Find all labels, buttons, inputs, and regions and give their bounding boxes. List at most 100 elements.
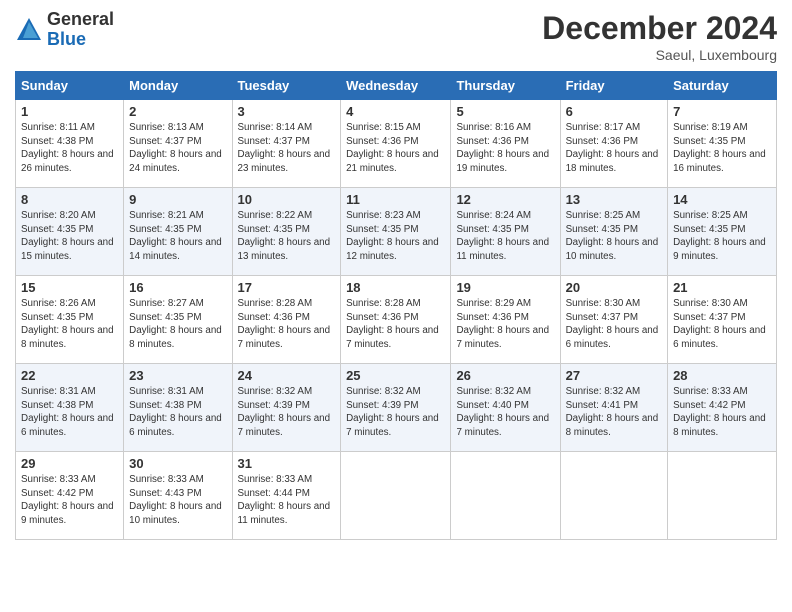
day-number: 1 [21, 104, 118, 119]
day-number: 13 [566, 192, 662, 207]
logo: General Blue [15, 10, 114, 50]
logo-text: General Blue [47, 10, 114, 50]
day-cell-18: 18 Sunrise: 8:28 AMSunset: 4:36 PMDaylig… [341, 276, 451, 364]
day-cell-2: 2 Sunrise: 8:13 AMSunset: 4:37 PMDayligh… [124, 100, 232, 188]
day-number: 16 [129, 280, 226, 295]
day-cell-10: 10 Sunrise: 8:22 AMSunset: 4:35 PMDaylig… [232, 188, 341, 276]
day-cell-29: 29 Sunrise: 8:33 AMSunset: 4:42 PMDaylig… [16, 452, 124, 540]
day-cell-14: 14 Sunrise: 8:25 AMSunset: 4:35 PMDaylig… [668, 188, 777, 276]
day-info: Sunrise: 8:13 AMSunset: 4:37 PMDaylight:… [129, 122, 222, 174]
day-cell-7: 7 Sunrise: 8:19 AMSunset: 4:35 PMDayligh… [668, 100, 777, 188]
day-number: 15 [21, 280, 118, 295]
day-cell-16: 16 Sunrise: 8:27 AMSunset: 4:35 PMDaylig… [124, 276, 232, 364]
day-info: Sunrise: 8:19 AMSunset: 4:35 PMDaylight:… [673, 122, 766, 174]
day-info: Sunrise: 8:32 AMSunset: 4:39 PMDaylight:… [238, 386, 331, 438]
day-number: 2 [129, 104, 226, 119]
location: Saeul, Luxembourg [542, 47, 777, 63]
calendar-table: SundayMondayTuesdayWednesdayThursdayFrid… [15, 71, 777, 540]
day-number: 10 [238, 192, 336, 207]
day-info: Sunrise: 8:26 AMSunset: 4:35 PMDaylight:… [21, 298, 114, 350]
day-number: 27 [566, 368, 662, 383]
day-cell-19: 19 Sunrise: 8:29 AMSunset: 4:36 PMDaylig… [451, 276, 560, 364]
day-number: 28 [673, 368, 771, 383]
day-cell-30: 30 Sunrise: 8:33 AMSunset: 4:43 PMDaylig… [124, 452, 232, 540]
day-info: Sunrise: 8:16 AMSunset: 4:36 PMDaylight:… [456, 122, 549, 174]
day-number: 12 [456, 192, 554, 207]
day-number: 21 [673, 280, 771, 295]
day-number: 3 [238, 104, 336, 119]
weekday-header-wednesday: Wednesday [341, 72, 451, 100]
day-info: Sunrise: 8:33 AMSunset: 4:44 PMDaylight:… [238, 474, 331, 526]
day-number: 23 [129, 368, 226, 383]
day-cell-22: 22 Sunrise: 8:31 AMSunset: 4:38 PMDaylig… [16, 364, 124, 452]
day-info: Sunrise: 8:24 AMSunset: 4:35 PMDaylight:… [456, 210, 549, 262]
day-cell-31: 31 Sunrise: 8:33 AMSunset: 4:44 PMDaylig… [232, 452, 341, 540]
day-number: 11 [346, 192, 445, 207]
day-info: Sunrise: 8:17 AMSunset: 4:36 PMDaylight:… [566, 122, 659, 174]
logo-icon [15, 16, 43, 44]
day-cell-3: 3 Sunrise: 8:14 AMSunset: 4:37 PMDayligh… [232, 100, 341, 188]
day-cell-13: 13 Sunrise: 8:25 AMSunset: 4:35 PMDaylig… [560, 188, 667, 276]
day-number: 25 [346, 368, 445, 383]
day-info: Sunrise: 8:33 AMSunset: 4:42 PMDaylight:… [21, 474, 114, 526]
empty-cell [341, 452, 451, 540]
weekday-header-tuesday: Tuesday [232, 72, 341, 100]
day-cell-12: 12 Sunrise: 8:24 AMSunset: 4:35 PMDaylig… [451, 188, 560, 276]
day-info: Sunrise: 8:29 AMSunset: 4:36 PMDaylight:… [456, 298, 549, 350]
day-cell-4: 4 Sunrise: 8:15 AMSunset: 4:36 PMDayligh… [341, 100, 451, 188]
day-number: 4 [346, 104, 445, 119]
day-number: 22 [21, 368, 118, 383]
day-number: 29 [21, 456, 118, 471]
day-cell-28: 28 Sunrise: 8:33 AMSunset: 4:42 PMDaylig… [668, 364, 777, 452]
empty-cell [451, 452, 560, 540]
day-cell-17: 17 Sunrise: 8:28 AMSunset: 4:36 PMDaylig… [232, 276, 341, 364]
day-info: Sunrise: 8:11 AMSunset: 4:38 PMDaylight:… [21, 122, 114, 174]
page-container: General Blue December 2024 Saeul, Luxemb… [0, 0, 792, 550]
day-cell-21: 21 Sunrise: 8:30 AMSunset: 4:37 PMDaylig… [668, 276, 777, 364]
day-cell-6: 6 Sunrise: 8:17 AMSunset: 4:36 PMDayligh… [560, 100, 667, 188]
day-cell-20: 20 Sunrise: 8:30 AMSunset: 4:37 PMDaylig… [560, 276, 667, 364]
week-row-4: 22 Sunrise: 8:31 AMSunset: 4:38 PMDaylig… [16, 364, 777, 452]
day-number: 31 [238, 456, 336, 471]
empty-cell [560, 452, 667, 540]
day-cell-24: 24 Sunrise: 8:32 AMSunset: 4:39 PMDaylig… [232, 364, 341, 452]
day-info: Sunrise: 8:28 AMSunset: 4:36 PMDaylight:… [238, 298, 331, 350]
day-number: 8 [21, 192, 118, 207]
day-info: Sunrise: 8:30 AMSunset: 4:37 PMDaylight:… [566, 298, 659, 350]
logo-general-text: General [47, 10, 114, 30]
month-title: December 2024 [542, 10, 777, 47]
day-number: 26 [456, 368, 554, 383]
day-cell-1: 1 Sunrise: 8:11 AMSunset: 4:38 PMDayligh… [16, 100, 124, 188]
header: General Blue December 2024 Saeul, Luxemb… [15, 10, 777, 63]
day-cell-9: 9 Sunrise: 8:21 AMSunset: 4:35 PMDayligh… [124, 188, 232, 276]
day-number: 24 [238, 368, 336, 383]
day-info: Sunrise: 8:20 AMSunset: 4:35 PMDaylight:… [21, 210, 114, 262]
day-info: Sunrise: 8:14 AMSunset: 4:37 PMDaylight:… [238, 122, 331, 174]
day-info: Sunrise: 8:28 AMSunset: 4:36 PMDaylight:… [346, 298, 439, 350]
day-info: Sunrise: 8:32 AMSunset: 4:39 PMDaylight:… [346, 386, 439, 438]
day-number: 6 [566, 104, 662, 119]
day-info: Sunrise: 8:25 AMSunset: 4:35 PMDaylight:… [673, 210, 766, 262]
day-number: 19 [456, 280, 554, 295]
day-cell-8: 8 Sunrise: 8:20 AMSunset: 4:35 PMDayligh… [16, 188, 124, 276]
day-number: 9 [129, 192, 226, 207]
title-section: December 2024 Saeul, Luxembourg [542, 10, 777, 63]
day-number: 5 [456, 104, 554, 119]
week-row-2: 8 Sunrise: 8:20 AMSunset: 4:35 PMDayligh… [16, 188, 777, 276]
week-row-3: 15 Sunrise: 8:26 AMSunset: 4:35 PMDaylig… [16, 276, 777, 364]
day-cell-11: 11 Sunrise: 8:23 AMSunset: 4:35 PMDaylig… [341, 188, 451, 276]
day-number: 20 [566, 280, 662, 295]
day-cell-27: 27 Sunrise: 8:32 AMSunset: 4:41 PMDaylig… [560, 364, 667, 452]
day-cell-23: 23 Sunrise: 8:31 AMSunset: 4:38 PMDaylig… [124, 364, 232, 452]
day-info: Sunrise: 8:22 AMSunset: 4:35 PMDaylight:… [238, 210, 331, 262]
day-info: Sunrise: 8:31 AMSunset: 4:38 PMDaylight:… [129, 386, 222, 438]
day-info: Sunrise: 8:15 AMSunset: 4:36 PMDaylight:… [346, 122, 439, 174]
day-cell-26: 26 Sunrise: 8:32 AMSunset: 4:40 PMDaylig… [451, 364, 560, 452]
day-info: Sunrise: 8:25 AMSunset: 4:35 PMDaylight:… [566, 210, 659, 262]
week-row-1: 1 Sunrise: 8:11 AMSunset: 4:38 PMDayligh… [16, 100, 777, 188]
day-info: Sunrise: 8:33 AMSunset: 4:43 PMDaylight:… [129, 474, 222, 526]
weekday-header-row: SundayMondayTuesdayWednesdayThursdayFrid… [16, 72, 777, 100]
day-number: 18 [346, 280, 445, 295]
day-cell-25: 25 Sunrise: 8:32 AMSunset: 4:39 PMDaylig… [341, 364, 451, 452]
day-info: Sunrise: 8:31 AMSunset: 4:38 PMDaylight:… [21, 386, 114, 438]
